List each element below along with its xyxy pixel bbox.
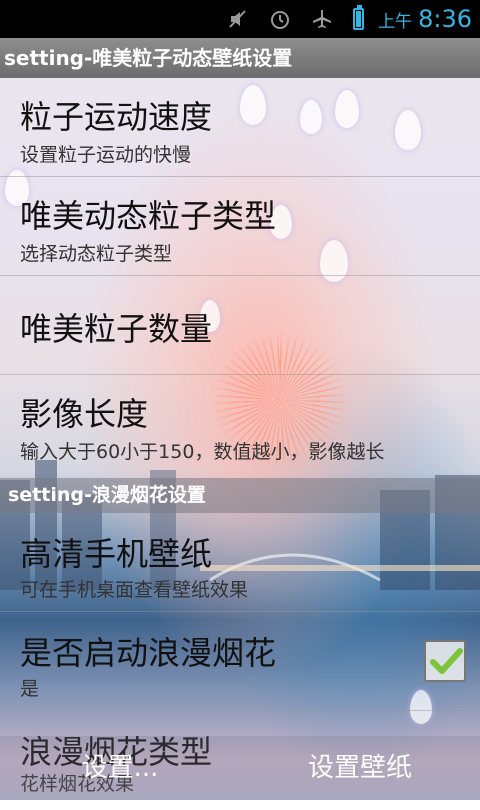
pref-title: 是否启动浪漫烟花 [20,634,277,672]
bottom-button-bar: 设置... 设置壁纸 [0,736,480,800]
status-bar: 上午 8:36 [0,0,480,38]
mute-icon [227,8,249,30]
pref-title: 影像长度 [20,395,149,433]
pref-particle-type[interactable]: 唯美动态粒子类型 选择动态粒子类型 [0,177,480,276]
category-header-fireworks: setting-浪漫烟花设置 [0,478,480,513]
enable-fireworks-checkbox[interactable] [424,640,466,682]
preference-list: 粒子运动速度 设置粒子运动的快慢 唯美动态粒子类型 选择动态粒子类型 唯美粒子数… [0,78,480,476]
clock-ampm: 上午 [378,11,413,32]
clock-time: 8:36 [418,5,472,33]
pref-particle-count[interactable]: 唯美粒子数量 [0,276,480,375]
pref-summary: 选择动态粒子类型 [20,243,173,265]
app-title: setting-唯美粒子动态壁纸设置 [0,38,480,78]
pref-particle-speed[interactable]: 粒子运动速度 设置粒子运动的快慢 [0,78,480,177]
set-wallpaper-button[interactable]: 设置壁纸 [240,736,480,800]
pref-summary: 是 [20,678,40,700]
pref-summary: 输入大于60小于150，数值越小，影像越长 [20,441,385,463]
settings-button[interactable]: 设置... [0,736,240,800]
battery-charging-icon [353,5,365,30]
pref-enable-fireworks[interactable]: 是否启动浪漫烟花 是 [0,612,480,711]
pref-title: 高清手机壁纸 [20,535,213,573]
pref-summary: 可在手机桌面查看壁纸效果 [20,579,249,601]
checkmark-icon [430,648,463,674]
pref-trail-length[interactable]: 影像长度 输入大于60小于150，数值越小，影像越长 [0,375,480,476]
pref-title: 唯美动态粒子类型 [20,197,277,235]
pref-summary: 设置粒子运动的快慢 [20,144,192,166]
pref-hd-wallpaper[interactable]: 高清手机壁纸 可在手机桌面查看壁纸效果 [0,513,480,612]
pref-title: 唯美粒子数量 [20,310,213,348]
alarm-icon [269,8,291,30]
airplane-icon [311,8,333,30]
pref-title: 粒子运动速度 [20,98,213,136]
